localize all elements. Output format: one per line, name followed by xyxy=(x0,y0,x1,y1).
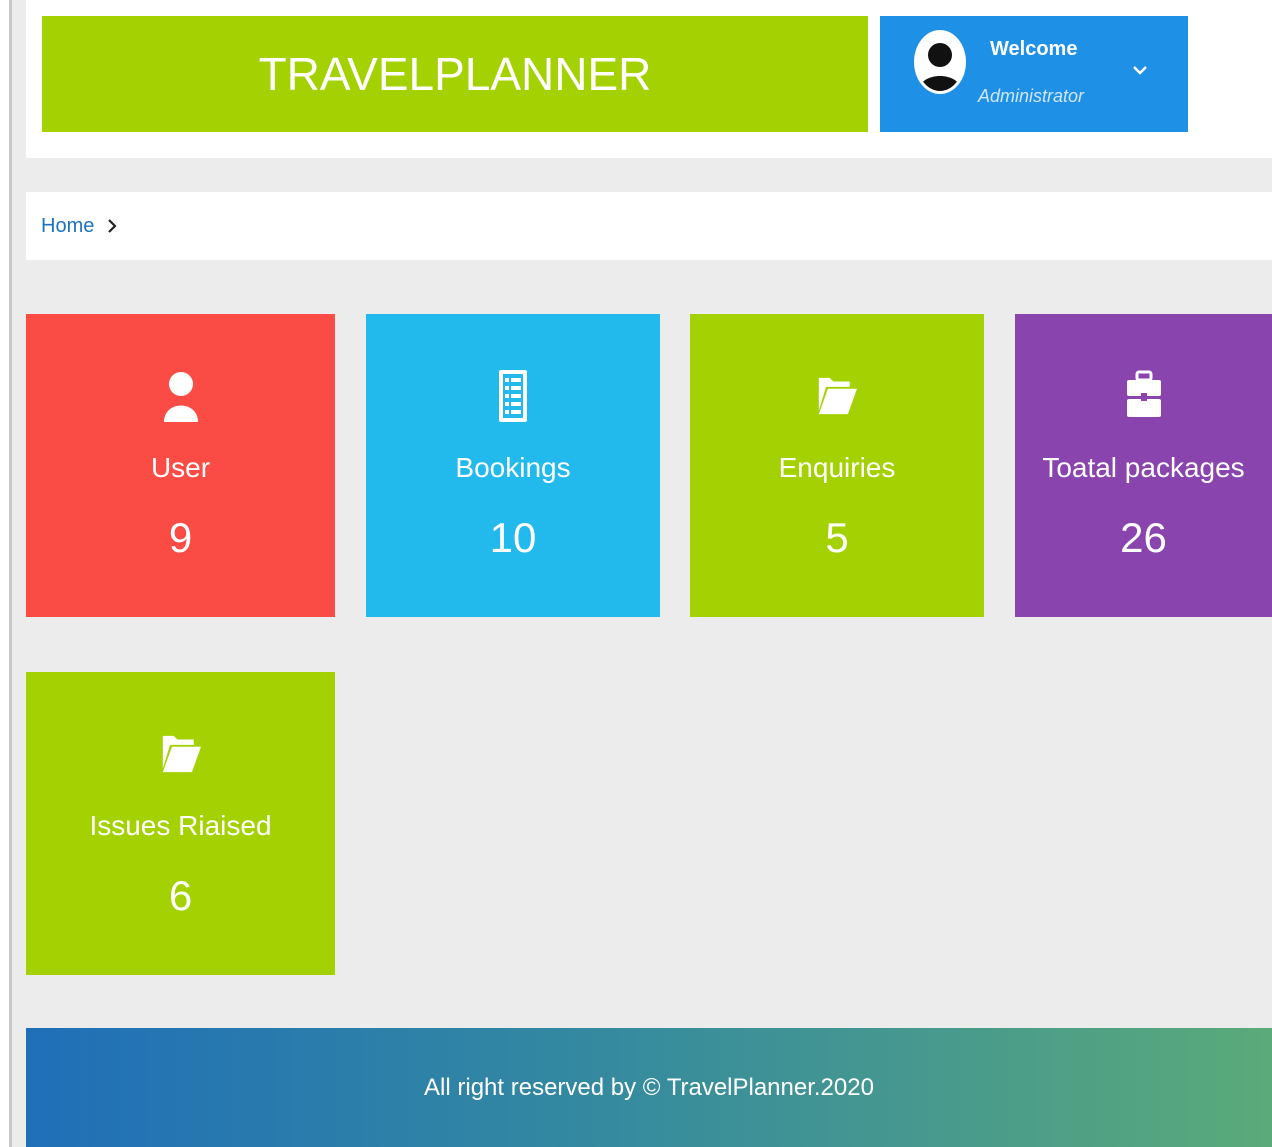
footer-copyright: All right reserved by © TravelPlanner.20… xyxy=(424,1073,874,1101)
tile-label: Bookings xyxy=(455,452,571,483)
tile-count: 6 xyxy=(168,872,193,919)
breadcrumb: Home xyxy=(26,192,1272,260)
tile-label: Toatal packages xyxy=(1042,452,1245,483)
logo-text: TRAVELPLANNER xyxy=(258,48,652,100)
tile-count: 9 xyxy=(168,514,193,561)
briefcase-icon xyxy=(1126,370,1161,417)
app-logo[interactable]: TRAVELPLANNER xyxy=(42,16,868,132)
tile-count: 26 xyxy=(1120,514,1167,561)
folder-open-icon xyxy=(162,735,201,773)
tile-label: Enquiries xyxy=(778,452,896,483)
tile-label: User xyxy=(150,452,211,483)
window-left-edge xyxy=(0,0,12,1147)
tile-bookings[interactable]: Bookings 10 xyxy=(366,314,660,617)
chevron-right-icon xyxy=(108,219,117,233)
tile-user[interactable]: User 9 xyxy=(26,314,335,617)
list-icon xyxy=(499,370,527,422)
user-icon xyxy=(163,372,198,422)
avatar-icon xyxy=(914,30,966,94)
tile-count: 10 xyxy=(489,514,537,561)
profile-dropdown[interactable]: Welcome Administrator xyxy=(880,16,1188,132)
breadcrumb-home-link[interactable]: Home xyxy=(41,215,94,238)
tile-issues[interactable]: Issues Riaised 6 xyxy=(26,672,335,975)
footer: All right reserved by © TravelPlanner.20… xyxy=(26,1028,1272,1147)
tile-count: 5 xyxy=(825,514,849,561)
folder-open-icon xyxy=(818,377,857,415)
chevron-down-icon[interactable] xyxy=(1130,60,1150,80)
user-role: Administrator xyxy=(978,86,1085,106)
tile-packages[interactable]: Toatal packages 26 xyxy=(1015,314,1272,617)
tile-enquiries[interactable]: Enquiries 5 xyxy=(690,314,984,617)
welcome-text: Welcome xyxy=(990,38,1078,60)
tile-label: Issues Riaised xyxy=(89,810,272,841)
